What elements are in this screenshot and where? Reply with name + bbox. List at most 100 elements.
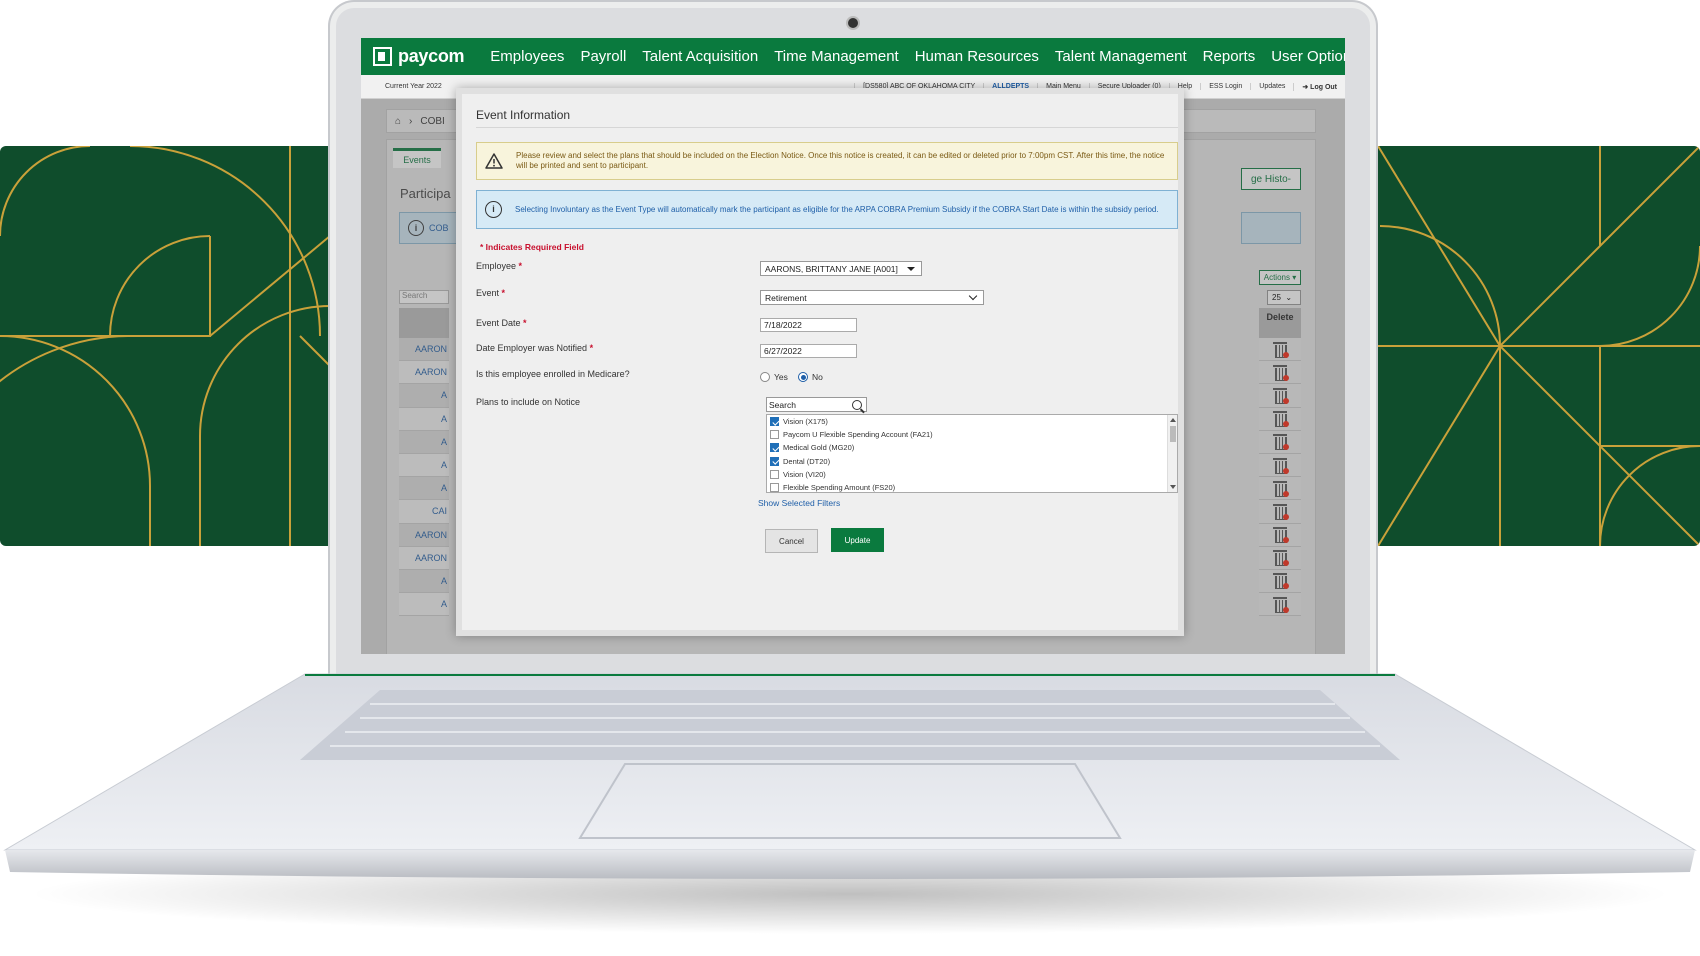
left-geometric-pattern xyxy=(0,146,330,546)
medicare-no-radio[interactable]: No xyxy=(798,372,823,382)
required-field-note: * Indicates Required Field xyxy=(480,242,584,252)
plans-search-input[interactable]: Search xyxy=(766,397,867,412)
medicare-label: Is this employee enrolled in Medicare? xyxy=(476,369,630,379)
search-icon[interactable] xyxy=(852,399,862,410)
info-alert: i Selecting Involuntary as the Event Typ… xyxy=(476,190,1178,229)
event-date-input[interactable]: 7/18/2022 xyxy=(760,318,857,332)
left-decorative-panel xyxy=(0,146,330,546)
checkbox[interactable] xyxy=(770,483,779,492)
plan-item[interactable]: Dental (DT20) xyxy=(767,455,1177,468)
notified-date-label: Date Employer was Notified * xyxy=(476,343,593,353)
nav-payroll[interactable]: Payroll xyxy=(580,48,626,65)
delete-badge-icon xyxy=(1283,374,1289,381)
plan-item[interactable]: Vision (VI20) xyxy=(767,468,1177,481)
radio-button-selected[interactable] xyxy=(798,372,808,382)
log-out-label: Log Out xyxy=(1310,83,1337,91)
required-star: * xyxy=(518,261,523,271)
checkbox-checked[interactable] xyxy=(770,456,779,466)
nav-talent-acquisition[interactable]: Talent Acquisition xyxy=(642,48,758,65)
plan-item-label: Medical Gold (MG20) xyxy=(783,443,855,453)
updates-link[interactable]: Updates xyxy=(1250,83,1293,90)
event-label-text: Event xyxy=(476,288,500,298)
warning-text: Please review and select the plans that … xyxy=(516,151,1165,170)
notified-label-text: Date Employer was Notified xyxy=(476,343,588,353)
plan-item[interactable]: Medical Gold (MG20) xyxy=(767,441,1177,454)
employee-label-text: Employee xyxy=(476,261,517,271)
plan-item-label: Flexible Spending Amount (FS20) xyxy=(783,483,896,493)
nav-human-resources[interactable]: Human Resources xyxy=(915,48,1039,65)
medicare-yes-label: Yes xyxy=(774,372,788,382)
caret-down-icon xyxy=(907,266,915,271)
plans-scrollbar[interactable] xyxy=(1167,415,1177,492)
right-decorative-panel xyxy=(1378,146,1700,546)
plan-item[interactable]: Vision (X175) xyxy=(767,415,1177,428)
delete-badge-icon xyxy=(1283,606,1289,613)
warning-alert: Please review and select the plans that … xyxy=(476,142,1178,180)
checkbox-checked[interactable] xyxy=(770,417,779,427)
notified-date-input[interactable]: 6/27/2022 xyxy=(760,344,857,358)
checkbox-checked[interactable] xyxy=(770,443,779,453)
plans-list: Vision (X175) Paycom U Flexible Spending … xyxy=(766,414,1178,493)
laptop-base xyxy=(3,673,1697,934)
event-value: Retirement xyxy=(765,292,807,303)
nav-reports[interactable]: Reports xyxy=(1203,48,1256,65)
delete-badge-icon xyxy=(1283,513,1289,520)
plans-label: Plans to include on Notice xyxy=(476,397,581,407)
radio-button[interactable] xyxy=(760,372,770,382)
update-button[interactable]: Update xyxy=(831,528,884,552)
modal-title: Event Information xyxy=(476,108,571,122)
nav-time-management[interactable]: Time Management xyxy=(774,48,899,65)
top-navigation: paycom Employees Payroll Talent Acquisit… xyxy=(361,38,1345,75)
scroll-down-icon[interactable] xyxy=(1170,485,1176,489)
plan-item[interactable]: Paycom U Flexible Spending Account (FA21… xyxy=(767,428,1177,441)
chevron-down-icon xyxy=(968,291,978,301)
page-content: ⌂ › COBI Events Participa i COB ge Histo… xyxy=(361,88,1345,654)
scroll-up-icon[interactable] xyxy=(1170,418,1176,422)
plan-item-label: Vision (VI20) xyxy=(783,469,826,479)
nav-employees[interactable]: Employees xyxy=(490,48,564,65)
delete-badge-icon xyxy=(1283,490,1289,497)
medicare-yes-radio[interactable]: Yes xyxy=(760,372,788,382)
laptop-screen: paycom Employees Payroll Talent Acquisit… xyxy=(361,38,1345,654)
plans-search-placeholder: Search xyxy=(769,399,796,410)
event-select[interactable]: Retirement xyxy=(760,290,984,305)
plan-item-label: Dental (DT20) xyxy=(783,456,831,466)
paycom-logo-icon xyxy=(373,47,392,66)
required-star: * xyxy=(523,318,527,328)
delete-badge-icon xyxy=(1283,467,1289,474)
event-information-modal: Event Information Please review and sele… xyxy=(456,88,1184,636)
employee-label: Employee * xyxy=(476,261,522,271)
show-selected-filters-link[interactable]: Show Selected Filters xyxy=(758,498,840,508)
checkbox[interactable] xyxy=(770,430,779,440)
nav-talent-management[interactable]: Talent Management xyxy=(1055,48,1187,65)
event-date-label: Event Date * xyxy=(476,318,527,328)
delete-badge-icon xyxy=(1283,397,1289,404)
info-text: Selecting Involuntary as the Event Type … xyxy=(515,204,1159,214)
delete-badge-icon xyxy=(1283,351,1289,358)
medicare-no-label: No xyxy=(812,372,823,382)
required-star: * xyxy=(589,343,594,353)
employee-select[interactable]: AARONS, BRITTANY JANE [A001] xyxy=(760,261,922,276)
paycom-logo[interactable]: paycom xyxy=(373,46,465,67)
plan-item-label: Paycom U Flexible Spending Account (FA21… xyxy=(783,430,933,440)
right-geometric-pattern xyxy=(1378,146,1700,546)
required-star: * xyxy=(501,288,506,298)
marketing-stage: paycom Employees Payroll Talent Acquisit… xyxy=(0,0,1700,956)
plan-item[interactable]: Flexible Spending Amount (FS20) xyxy=(767,481,1177,493)
info-icon: i xyxy=(485,201,502,218)
warning-icon xyxy=(485,153,503,169)
event-date-label-text: Event Date xyxy=(476,318,521,328)
nav-user-options[interactable]: User Options xyxy=(1271,48,1345,65)
webcam-icon xyxy=(848,18,858,28)
checkbox[interactable] xyxy=(770,469,779,479)
log-out-icon: ➜ xyxy=(1302,83,1311,91)
brand-name: paycom xyxy=(398,46,465,66)
log-out-link[interactable]: ➜ Log Out xyxy=(1293,82,1345,91)
scroll-thumb[interactable] xyxy=(1170,426,1176,442)
divider xyxy=(476,127,1178,128)
cancel-button[interactable]: Cancel xyxy=(765,529,818,553)
ess-login-link[interactable]: ESS Login xyxy=(1200,83,1250,90)
employee-value: AARONS, BRITTANY JANE [A001] xyxy=(765,263,898,274)
event-label: Event * xyxy=(476,288,505,298)
plan-item-label: Vision (X175) xyxy=(783,417,828,427)
